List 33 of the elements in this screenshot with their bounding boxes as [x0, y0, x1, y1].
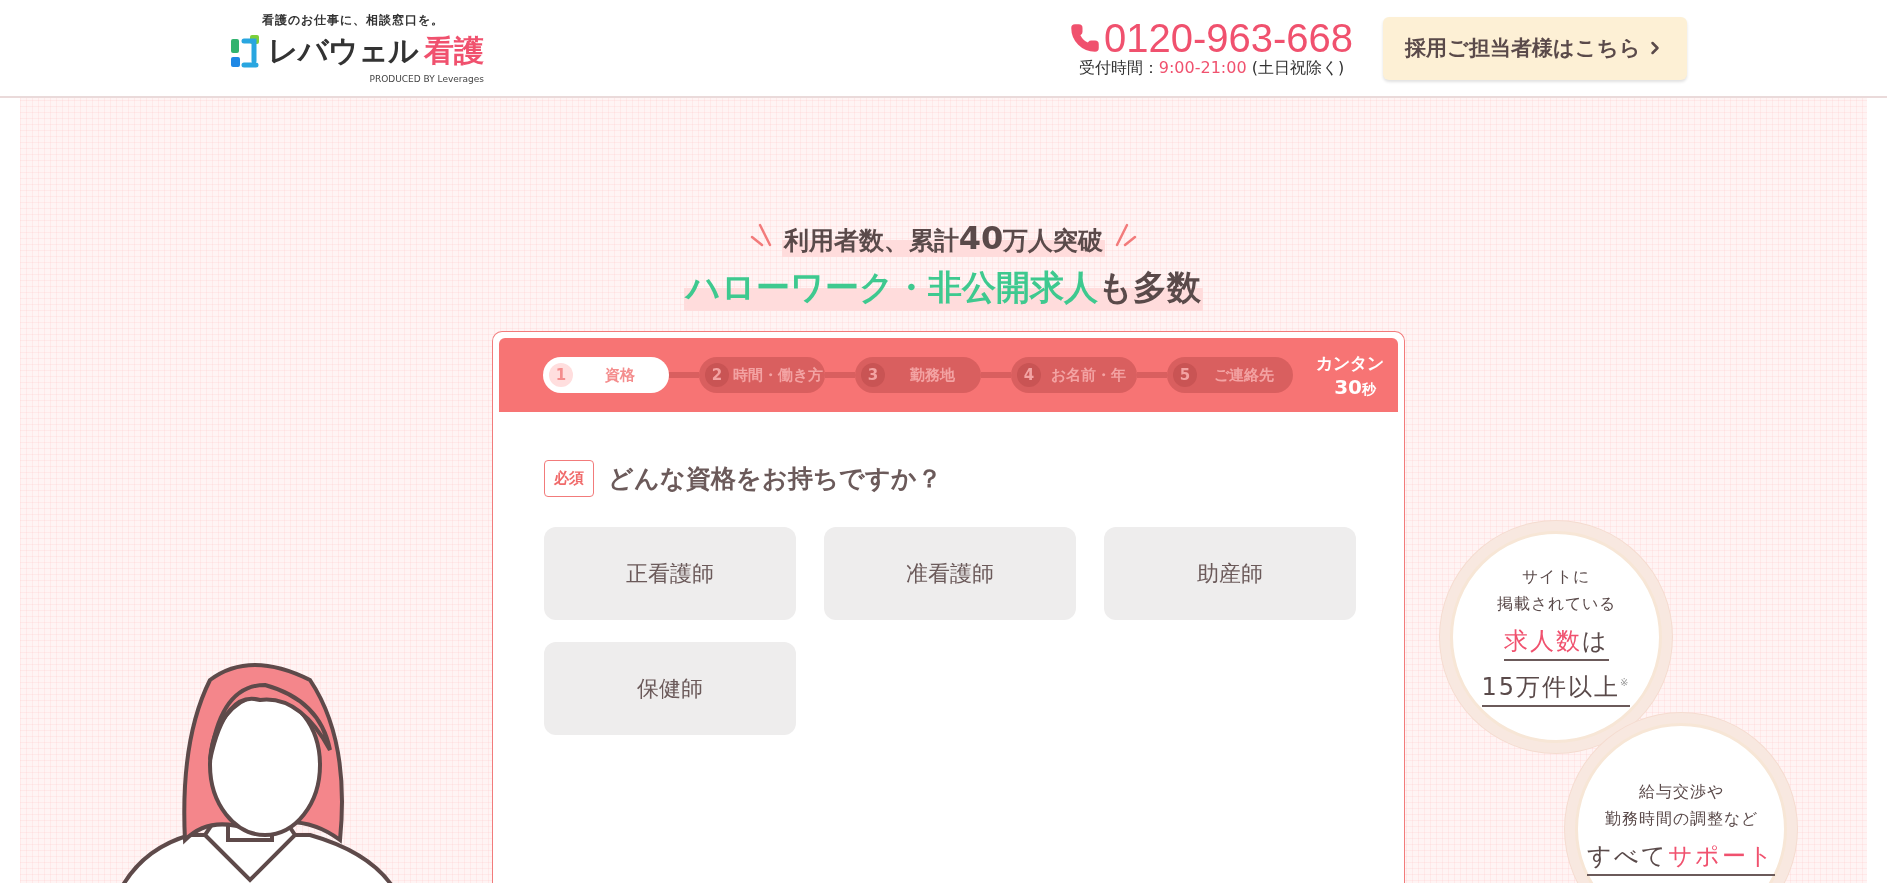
option-button[interactable]: 准看護師: [824, 527, 1076, 620]
tagline: 看護のお仕事に、相談窓口を。: [262, 12, 445, 29]
logo-accent-text: 看護: [424, 32, 484, 70]
business-hours: 受付時間：9:00-21:00 (土日祝除く): [1078, 57, 1345, 79]
feature-highlight: 15万件以上$^{※}$: [1481, 671, 1631, 707]
question-text: どんな資格をお持ちですか？: [608, 463, 942, 495]
step-tab[interactable]: 2 時間・働き方: [699, 357, 825, 393]
step-connector: [825, 372, 855, 378]
step-tab[interactable]: 3 勤務地: [855, 357, 981, 393]
option-button[interactable]: 保健師: [544, 642, 796, 735]
feature-highlight: 求人数は: [1503, 625, 1609, 661]
feature-text: サイトに: [1522, 567, 1590, 588]
phone-number[interactable]: 0120-963-668: [1103, 17, 1353, 58]
employer-button[interactable]: 採用ご担当者様はこちら: [1383, 16, 1687, 80]
feature-text: 給与交渉や: [1638, 782, 1724, 803]
logo-text: レバウェル: [268, 32, 418, 70]
easy-label: カンタン: [1316, 351, 1384, 375]
step-connector: [669, 372, 699, 378]
step-tab[interactable]: 4 お名前・年: [1011, 357, 1137, 393]
option-button[interactable]: 正看護師: [544, 527, 796, 620]
step-tab[interactable]: 1 資格: [543, 357, 669, 393]
option-button[interactable]: 助産師: [1104, 527, 1356, 620]
time-label: 30秒: [1334, 374, 1376, 399]
phone-icon: [1069, 22, 1100, 53]
feature-text: 掲載されている: [1496, 594, 1616, 615]
step-connector: [1137, 372, 1167, 378]
required-tag: 必須: [544, 460, 594, 497]
step-tab[interactable]: 5 ご連絡先: [1167, 357, 1293, 393]
logo-subtitle: PRODUCED BY Leverages: [369, 74, 484, 84]
logo-icon: [228, 32, 262, 71]
feature-text: 勤務時間の調整など: [1604, 809, 1758, 830]
step-connector: [981, 372, 1011, 378]
feature-highlight: すべて サポート: [1587, 840, 1775, 876]
